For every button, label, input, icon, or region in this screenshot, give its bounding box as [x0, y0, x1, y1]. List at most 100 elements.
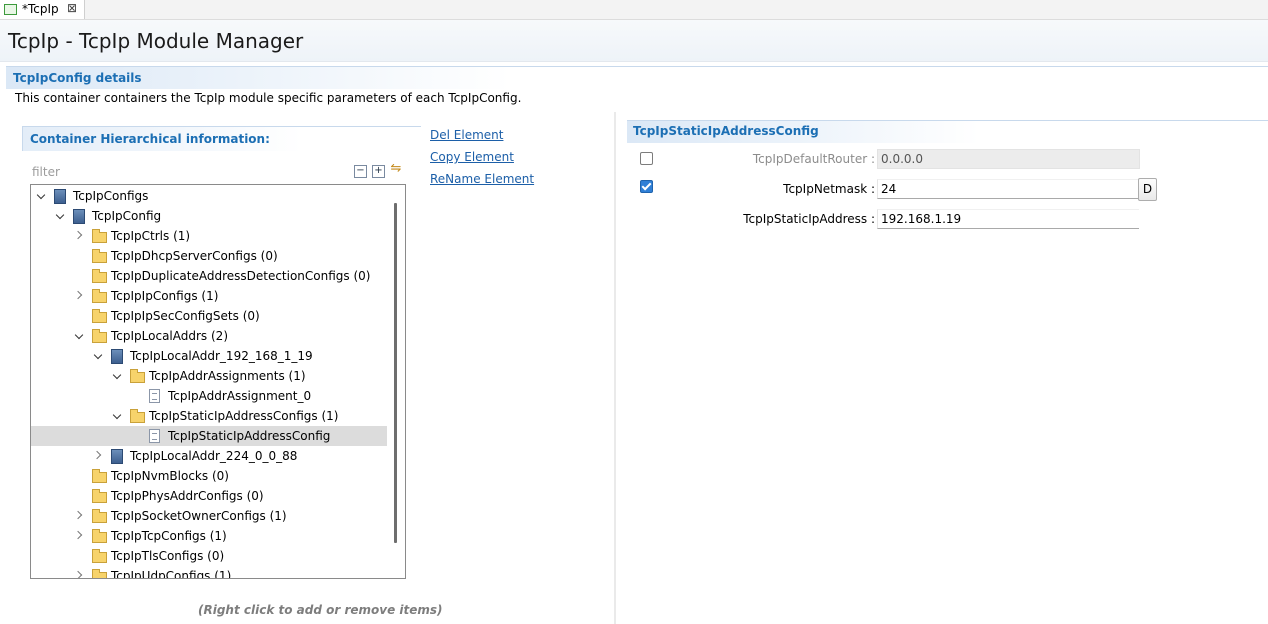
rename-element-link[interactable]: ReName Element — [430, 172, 534, 186]
folder-icon — [92, 489, 107, 503]
chevron-down-icon[interactable] — [35, 189, 47, 201]
tree-node-label: TcpIpAddrAssignments (1) — [149, 369, 306, 383]
parameters-panel-header: TcpIpStaticIpAddressConfig — [627, 120, 1268, 143]
chevron-right-icon[interactable] — [73, 229, 85, 241]
folder-icon — [92, 269, 107, 283]
folder-icon — [92, 249, 107, 263]
folder-icon — [92, 289, 107, 303]
chevron-down-icon[interactable] — [92, 349, 104, 361]
tree-node-label: TcpIpTcpConfigs (1) — [111, 529, 227, 543]
static-ip-label: TcpIpStaticIpAddress : — [743, 212, 875, 226]
container-icon — [111, 449, 123, 464]
expand-all-icon[interactable]: + — [372, 165, 385, 178]
editor-tab[interactable]: *TcpIp ⊠ — [0, 0, 85, 19]
folder-icon — [130, 409, 145, 423]
container-icon — [73, 209, 85, 224]
context-menu-hint: (Right click to add or remove items) — [198, 603, 443, 617]
link-with-editor-icon[interactable]: ⇋ — [389, 162, 403, 178]
page-title: TcpIp - TcpIp Module Manager — [8, 29, 304, 53]
chevron-down-icon[interactable] — [73, 329, 85, 341]
folder-icon — [92, 529, 107, 543]
file-icon — [149, 389, 160, 403]
chevron-down-icon[interactable] — [54, 209, 66, 221]
folder-icon — [92, 469, 107, 483]
section-title: TcpIpConfig details — [13, 71, 142, 85]
static-ip-field[interactable] — [877, 209, 1139, 229]
tree-node[interactable]: TcpIpCtrls (1) — [31, 226, 387, 246]
netmask-enable-checkbox[interactable] — [640, 180, 653, 193]
del-element-link[interactable]: Del Element — [430, 128, 503, 142]
tree-node-label: TcpIpStaticIpAddressConfig — [168, 429, 331, 443]
tree-node-label: TcpIpDhcpServerConfigs (0) — [111, 249, 278, 263]
tree-node[interactable]: TcpIpLocalAddr_224_0_0_88 — [31, 446, 387, 466]
tree-node-label: TcpIpSocketOwnerConfigs (1) — [111, 509, 287, 523]
panel-divider[interactable] — [614, 112, 616, 624]
tree-node[interactable]: TcpIpIpConfigs (1) — [31, 286, 387, 306]
section-header[interactable]: TcpIpConfig details — [6, 66, 1268, 89]
editor-tab-bar: *TcpIp ⊠ — [0, 0, 1268, 20]
netmask-field[interactable] — [877, 179, 1139, 199]
chevron-right-icon[interactable] — [73, 509, 85, 521]
folder-icon — [92, 229, 107, 243]
tree-node[interactable]: TcpIpLocalAddr_192_168_1_19 — [31, 346, 387, 366]
folder-icon — [92, 569, 107, 578]
collapse-all-icon[interactable]: − — [354, 165, 367, 178]
editor-file-icon — [4, 4, 17, 15]
default-router-field[interactable] — [877, 149, 1140, 169]
tree-node-label: TcpIpPhysAddrConfigs (0) — [111, 489, 264, 503]
hierarchy-panel-title: Container Hierarchical information: — [30, 132, 270, 146]
filter-input[interactable] — [30, 163, 334, 181]
tree-node[interactable]: TcpIpIpSecConfigSets (0) — [31, 306, 387, 326]
chevron-right-icon[interactable] — [92, 449, 104, 461]
default-router-enable-checkbox[interactable] — [640, 152, 653, 165]
folder-icon — [130, 369, 145, 383]
default-router-label: TcpIpDefaultRouter : — [752, 152, 875, 166]
tree-node[interactable]: TcpIpAddrAssignments (1) — [31, 366, 387, 386]
tree-node[interactable]: TcpIpLocalAddrs (2) — [31, 326, 387, 346]
tree-node-label: TcpIpStaticIpAddressConfigs (1) — [149, 409, 339, 423]
tree-node-label: TcpIpTlsConfigs (0) — [111, 549, 225, 563]
tree-node-label: TcpIpLocalAddrs (2) — [111, 329, 228, 343]
tree-node-label: TcpIpLocalAddr_192_168_1_19 — [130, 349, 313, 363]
tree-node[interactable]: TcpIpTcpConfigs (1) — [31, 526, 387, 546]
tree-node[interactable]: TcpIpConfig — [31, 206, 387, 226]
tree-node-label: TcpIpIpSecConfigSets (0) — [111, 309, 260, 323]
page-header: TcpIp - TcpIp Module Manager — [0, 20, 1268, 62]
tree-node-label: TcpIpAddrAssignment_0 — [168, 389, 312, 403]
tree-node[interactable]: TcpIpStaticIpAddressConfigs (1) — [31, 406, 387, 426]
copy-element-link[interactable]: Copy Element — [430, 150, 514, 164]
tree-node-label: TcpIpUdpConfigs (1) — [111, 569, 232, 579]
folder-icon — [92, 309, 107, 323]
chevron-right-icon[interactable] — [73, 569, 85, 578]
tree-node[interactable]: TcpIpDhcpServerConfigs (0) — [31, 246, 387, 266]
container-icon — [54, 189, 66, 204]
tree-node-label: TcpIpLocalAddr_224_0_0_88 — [130, 449, 298, 463]
tree-node-label: TcpIpConfigs — [73, 189, 149, 203]
tree-node[interactable]: TcpIpNvmBlocks (0) — [31, 466, 387, 486]
container-icon — [111, 349, 123, 364]
tree-node[interactable]: TcpIpTlsConfigs (0) — [31, 546, 387, 566]
tree-node[interactable]: TcpIpPhysAddrConfigs (0) — [31, 486, 387, 506]
chevron-right-icon[interactable] — [73, 529, 85, 541]
hierarchy-panel-header: Container Hierarchical information: — [22, 126, 421, 151]
tree-node[interactable]: TcpIpStaticIpAddressConfig — [31, 426, 387, 446]
container-tree[interactable]: TcpIpConfigs TcpIpConfig TcpIpCtrls (1) Tcp… — [30, 184, 406, 579]
folder-icon — [92, 329, 107, 343]
tree-node[interactable]: TcpIpDuplicateAddressDetectionConfigs (0… — [31, 266, 387, 286]
file-icon — [149, 429, 160, 443]
chevron-down-icon[interactable] — [111, 369, 123, 381]
parameters-panel-title: TcpIpStaticIpAddressConfig — [633, 124, 819, 138]
tree-node[interactable]: TcpIpUdpConfigs (1) — [31, 566, 387, 579]
tree-node[interactable]: TcpIpConfigs — [31, 186, 387, 206]
tree-node[interactable]: TcpIpAddrAssignment_0 — [31, 386, 387, 406]
tree-scrollbar[interactable] — [394, 203, 397, 543]
tree-node-label: TcpIpCtrls (1) — [111, 229, 191, 243]
chevron-right-icon[interactable] — [73, 289, 85, 301]
tree-node[interactable]: TcpIpSocketOwnerConfigs (1) — [31, 506, 387, 526]
tree-node-label: TcpIpIpConfigs (1) — [111, 289, 219, 303]
tree-node-label: TcpIpConfig — [92, 209, 162, 223]
folder-icon — [92, 509, 107, 523]
netmask-default-button[interactable]: D — [1138, 178, 1157, 201]
close-icon[interactable]: ⊠ — [67, 1, 77, 15]
chevron-down-icon[interactable] — [111, 409, 123, 421]
